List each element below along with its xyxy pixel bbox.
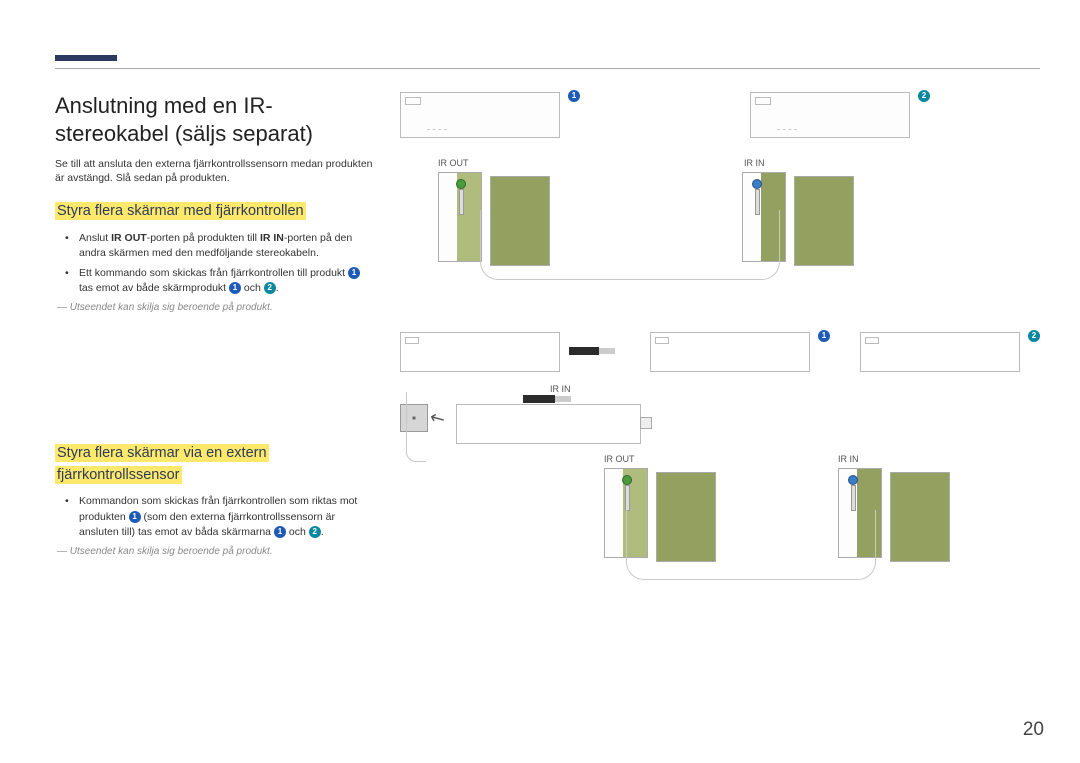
badge-1-icon: 1 xyxy=(568,90,580,102)
header-accent-bar xyxy=(55,55,117,61)
ir-in-text: IR IN xyxy=(260,232,284,244)
badge-1-icon: 1 xyxy=(348,267,360,279)
ir-in-label: IR IN xyxy=(838,454,882,464)
header-rule xyxy=(55,68,1040,69)
stub-icon xyxy=(640,417,652,429)
ir-in-label: IR IN xyxy=(744,158,786,168)
text: Anslut xyxy=(79,232,111,244)
text: . xyxy=(321,526,324,538)
ir-out-port-col: IR OUT xyxy=(438,158,482,262)
badge-1-icon: 1 xyxy=(129,511,141,523)
arrow-icon: ↖ xyxy=(426,406,450,432)
badge-2-icon: 2 xyxy=(918,90,930,102)
spacer xyxy=(55,333,376,443)
badge-1-icon: 1 xyxy=(229,282,241,294)
badge-1-icon: 1 xyxy=(818,330,830,342)
plug-black-icon xyxy=(523,395,555,403)
plug-black-icon xyxy=(569,347,599,355)
section1-bullet-2: Ett kommando som skickas från fjärrkontr… xyxy=(69,266,376,296)
text: -porten på produkten till xyxy=(147,232,260,244)
olive-panel xyxy=(794,176,854,266)
stereo-cable-icon xyxy=(626,510,876,580)
page-number: 20 xyxy=(1023,719,1044,741)
diagram2: 1 2 IR IN ↖ xyxy=(400,332,1040,558)
section1-bullet-1: Anslut IR OUT-porten på produkten till I… xyxy=(69,231,376,261)
text: tas emot av både skärmprodukt xyxy=(79,282,229,294)
badge-2-icon: 2 xyxy=(264,282,276,294)
page-content: Anslutning med en IR-stereokabel (säljs … xyxy=(55,92,1040,577)
text: Ett kommando som skickas från fjärrkontr… xyxy=(79,267,348,279)
page-title: Anslutning med en IR-stereokabel (säljs … xyxy=(55,92,376,147)
device-1-wrap: 1 xyxy=(400,92,580,138)
sensor-cable-icon xyxy=(406,392,426,462)
intro-text: Se till att ansluta den externa fjärrkon… xyxy=(55,157,376,185)
section1-bullets: Anslut IR OUT-porten på produkten till I… xyxy=(55,231,376,296)
section1-heading: Styra flera skärmar med fjärrkontrollen xyxy=(55,202,306,220)
device2-2-wrap: 2 xyxy=(860,332,1040,372)
section2-bullet-1: Kommandon som skickas från fjärrkontroll… xyxy=(69,494,376,540)
badge-1-icon: 1 xyxy=(274,526,286,538)
diagram2-sensor-row: ↖ xyxy=(400,404,1040,444)
section1-heading-wrap: Styra flera skärmar med fjärrkontrollen xyxy=(55,201,376,223)
diagram2-port-row: IR OUT IR IN xyxy=(604,454,1040,558)
device2-1-box xyxy=(650,332,810,372)
section2-heading-wrap: Styra flera skärmar via en extern fjärrk… xyxy=(55,443,376,487)
device-1-box xyxy=(400,92,560,138)
device2-2-box xyxy=(860,332,1020,372)
text: och xyxy=(241,282,264,294)
section2-note: Utseendet kan skilja sig beroende på pro… xyxy=(57,546,376,557)
badge-2-icon: 2 xyxy=(1028,330,1040,342)
diagram1-device-row: 1 2 xyxy=(400,92,1040,138)
badge-2-icon: 2 xyxy=(309,526,321,538)
device-2-wrap: 2 xyxy=(750,92,930,138)
jack-blue-icon xyxy=(848,475,858,511)
ir-out-port xyxy=(438,172,482,262)
device-wide xyxy=(456,404,641,444)
text: . xyxy=(276,282,279,294)
right-column: 1 2 IR OUT IR IN xyxy=(400,92,1040,577)
ir-out-text: IR OUT xyxy=(111,232,147,244)
jack-green-icon xyxy=(622,475,632,511)
jack-green-icon xyxy=(456,179,466,215)
ir-out-label: IR OUT xyxy=(604,454,648,464)
ir-out-label: IR OUT xyxy=(438,158,482,168)
diagram2-top-row: 1 2 xyxy=(400,332,1040,372)
stereo-cable-icon xyxy=(480,210,780,280)
text: och xyxy=(286,526,309,538)
section2-heading: Styra flera skärmar via en extern fjärrk… xyxy=(55,444,269,484)
plug-tip-icon xyxy=(599,348,615,354)
device-small-left xyxy=(400,332,560,372)
section1-note: Utseendet kan skilja sig beroende på pro… xyxy=(57,302,376,313)
olive-panel xyxy=(890,472,950,562)
plug-tip-icon xyxy=(555,396,571,402)
ir-in-label: IR IN xyxy=(550,384,571,394)
left-column: Anslutning med en IR-stereokabel (säljs … xyxy=(55,92,376,577)
device-2-box xyxy=(750,92,910,138)
section2-bullets: Kommandon som skickas från fjärrkontroll… xyxy=(55,494,376,540)
device2-1-wrap: 1 xyxy=(650,332,830,372)
diagram1-port-row: IR OUT IR IN xyxy=(438,158,1040,262)
